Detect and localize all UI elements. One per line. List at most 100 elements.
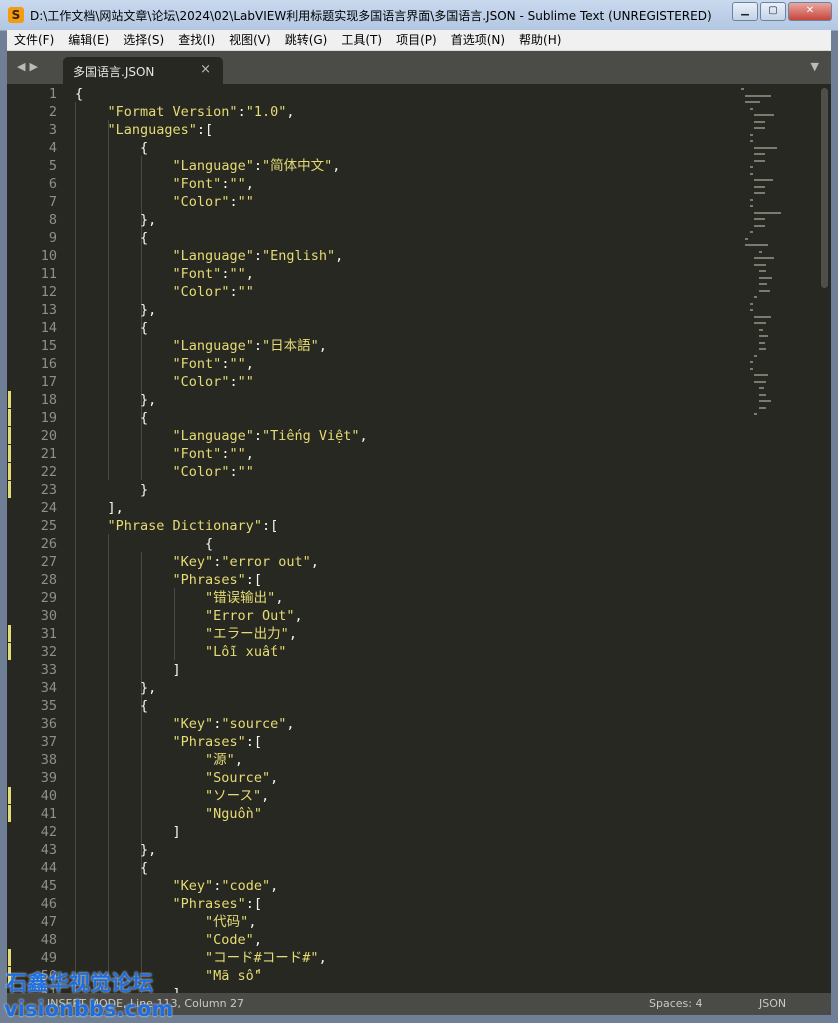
string-token: "Language" [172, 338, 254, 354]
modified-line-marker [8, 787, 11, 804]
code-line: "Key":"source", [75, 715, 295, 733]
line-number: 45 [40, 878, 57, 894]
line-number: 38 [40, 752, 57, 768]
minimap-line [749, 133, 753, 136]
punctuation-token: { [75, 86, 84, 102]
punctuation-token [75, 374, 173, 390]
minimap-line [749, 367, 753, 370]
punctuation-token: : [237, 104, 246, 120]
code-line: "Font":"", [75, 175, 254, 193]
punctuation-token [75, 752, 205, 768]
maximize-icon[interactable]: ▢ [760, 2, 786, 21]
string-token: "Phrases" [172, 734, 246, 750]
punctuation-token [75, 428, 173, 444]
menu-tools[interactable]: 工具(T) [334, 30, 389, 50]
string-token: "Key" [172, 878, 214, 894]
line-number: 18 [40, 392, 57, 408]
punctuation-token: } [75, 482, 149, 498]
window-controls: ▁ ▢ ✕ [732, 2, 832, 21]
menu-goto[interactable]: 跳转(G) [278, 30, 335, 50]
menu-view[interactable]: 视图(V) [222, 30, 278, 50]
modified-line-marker [8, 427, 11, 444]
string-token: "" [237, 284, 254, 300]
minimap-line [758, 276, 772, 279]
punctuation-token: , [234, 752, 243, 768]
punctuation-token: { [75, 698, 149, 714]
status-syntax[interactable]: JSON [759, 993, 786, 1015]
line-number: 6 [48, 176, 57, 192]
minimize-icon[interactable]: ▁ [732, 2, 758, 21]
menu-preferences[interactable]: 首选项(N) [444, 30, 512, 50]
minimap-line [754, 159, 766, 162]
code-line: "Font":"", [75, 265, 254, 283]
minimap-line [758, 270, 767, 272]
menu-find[interactable]: 查找(I) [171, 30, 222, 50]
punctuation-token: { [75, 536, 214, 552]
tab-nav-arrows-icon[interactable]: ◀▶ [17, 60, 42, 73]
scrollbar-thumb[interactable] [821, 88, 828, 288]
minimap-line [758, 406, 767, 409]
minimap-line [754, 296, 758, 298]
punctuation-token: }, [75, 392, 157, 408]
string-token: "Language" [172, 158, 254, 174]
string-token: "Language" [172, 248, 254, 264]
line-number: 30 [40, 608, 57, 624]
string-token: "Code" [205, 932, 254, 948]
string-token: "Tiếng Việt" [261, 428, 360, 444]
close-window-icon[interactable]: ✕ [788, 2, 832, 21]
minimap-line [754, 120, 766, 123]
punctuation-token [75, 104, 108, 120]
punctuation-token: : [229, 374, 238, 390]
minimap[interactable] [735, 84, 819, 444]
menu-selection[interactable]: 选择(S) [116, 30, 171, 50]
code-line: { [75, 535, 213, 553]
line-number-gutter: 1 2 3 4 5 6 7 8 9 10 11 12 13 14 15 16 17 18 19 20 21 22 23 24 2… [7, 84, 63, 993]
menu-edit[interactable]: 编辑(E) [61, 30, 116, 50]
line-number: 47 [40, 914, 57, 930]
punctuation-token: }, [75, 302, 157, 318]
code-content[interactable]: { "Format Version":"1.0", "Languages":[ … [75, 84, 725, 993]
code-line: "Nguồn" [75, 805, 262, 823]
editor-area[interactable]: 1 2 3 4 5 6 7 8 9 10 11 12 13 14 15 16 17 18 19 20 21 22 23 24 2… [7, 84, 831, 993]
punctuation-token: :[ [261, 518, 279, 534]
string-token: "Source" [205, 770, 271, 786]
tab-close-icon[interactable]: × [200, 62, 211, 77]
code-line: "错误输出", [75, 589, 283, 607]
title-bar[interactable]: S D:\工作文档\网站文章\论坛\2024\02\LabVIEW利用标题实现多… [0, 0, 838, 31]
string-token: "Key" [172, 554, 214, 570]
punctuation-token: ] [75, 662, 181, 678]
status-indentation[interactable]: Spaces: 4 [649, 993, 702, 1015]
string-token: "代码" [205, 914, 249, 930]
tab-bar: ◀▶ 多国语言.JSON × ▼ [7, 51, 831, 84]
code-line: "Lỗi xuất" [75, 643, 286, 661]
vertical-scrollbar[interactable] [820, 84, 829, 993]
string-token: "" [229, 446, 246, 462]
minimap-line [749, 198, 753, 201]
punctuation-token: , [261, 788, 270, 804]
code-line: } [75, 481, 148, 499]
minimap-line [754, 211, 781, 214]
menu-file[interactable]: 文件(F) [7, 30, 61, 50]
line-number: 23 [40, 482, 57, 498]
code-line: { [75, 859, 148, 877]
punctuation-token [75, 446, 173, 462]
minimap-line [749, 361, 753, 363]
punctuation-token: }, [75, 680, 157, 696]
punctuation-token [75, 608, 205, 624]
minimap-line [749, 205, 753, 207]
minimap-line [754, 146, 778, 149]
menu-project[interactable]: 项目(P) [389, 30, 444, 50]
minimap-line [749, 166, 753, 168]
minimap-line [745, 101, 760, 103]
punctuation-token [75, 248, 173, 264]
punctuation-token [75, 554, 173, 570]
tab-active-file[interactable]: 多国语言.JSON × [63, 57, 223, 84]
string-token: "Nguồn" [205, 806, 262, 822]
code-line: "ソース", [75, 787, 269, 805]
menu-help[interactable]: 帮助(H) [512, 30, 568, 50]
line-number: 14 [40, 320, 57, 336]
line-number: 31 [40, 626, 57, 642]
tab-dropdown-icon[interactable]: ▼ [811, 60, 819, 73]
string-token: "Color" [172, 284, 230, 300]
line-number: 40 [40, 788, 57, 804]
